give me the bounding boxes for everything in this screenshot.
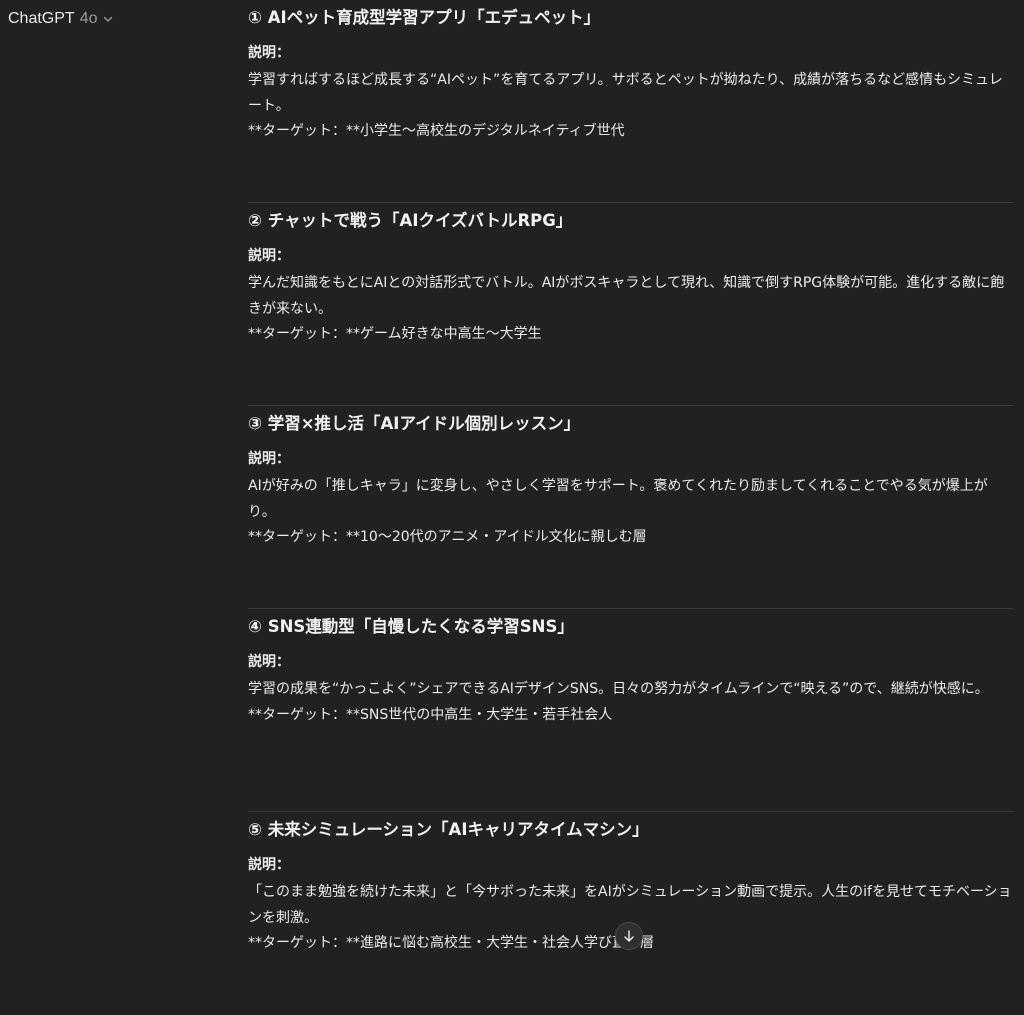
arrow-down-icon bbox=[624, 930, 634, 942]
idea-section: ④ SNS連動型「自慢したくなる学習SNS」 説明： 学習の成果を“かっこよく”… bbox=[248, 609, 1013, 812]
idea-description: 学習すればするほど成長する“AIペット”を育てるアプリ。サボるとペットが拗ねたり… bbox=[248, 72, 1003, 114]
idea-description: AIが好みの「推しキャラ」に変身し、やさしく学習をサポート。褒めてくれたり励まし… bbox=[248, 478, 988, 520]
idea-title: ② チャットで戦う「AIクイズバトルRPG」 bbox=[248, 211, 573, 230]
idea-description: 学んだ知識をもとにAIとの対話形式でバトル。AIがボスキャラとして現れ、知識で倒… bbox=[248, 275, 1005, 317]
model-selector[interactable]: ChatGPT 4o bbox=[8, 10, 114, 28]
idea-target: **ターゲット：**ゲーム好きな中高生〜大学生 bbox=[248, 326, 542, 342]
description-label: 説明： bbox=[248, 857, 290, 873]
idea-target: **ターゲット：**小学生〜高校生のデジタルネイティブ世代 bbox=[248, 123, 625, 139]
idea-target: **ターゲット：**SNS世代の中高生・大学生・若手社会人 bbox=[248, 706, 613, 723]
idea-target: **ターゲット：**10〜20代のアニメ・アイドル文化に親しむ層 bbox=[248, 529, 647, 545]
scroll-to-bottom-button[interactable] bbox=[615, 922, 643, 950]
description-label: 説明： bbox=[248, 654, 290, 670]
description-label: 説明： bbox=[248, 248, 290, 264]
idea-section: ③ 学習×推し活「AIアイドル個別レッスン」 説明： AIが好みの「推しキャラ」… bbox=[248, 406, 1013, 609]
model-version: 4o bbox=[79, 10, 98, 27]
idea-title: ⑤ 未来シミュレーション「AIキャリアタイムマシン」 bbox=[248, 820, 649, 839]
idea-title: ③ 学習×推し活「AIアイドル個別レッスン」 bbox=[248, 414, 581, 433]
assistant-message: ① AIペット育成型学習アプリ「エデュペット」 説明： 学習すればするほど成長す… bbox=[248, 0, 1013, 1015]
idea-section: ⑤ 未来シミュレーション「AIキャリアタイムマシン」 説明： 「このまま勉強を続… bbox=[248, 812, 1013, 1015]
idea-description: 学習の成果を“かっこよく”シェアできるAIデザインSNS。日々の努力がタイムライ… bbox=[248, 681, 989, 697]
description-label: 説明： bbox=[248, 451, 290, 467]
idea-section: ② チャットで戦う「AIクイズバトルRPG」 説明： 学んだ知識をもとにAIとの… bbox=[248, 203, 1013, 406]
idea-title: ④ SNS連動型「自慢したくなる学習SNS」 bbox=[248, 617, 574, 636]
chevron-down-icon bbox=[104, 16, 113, 22]
idea-section: ① AIペット育成型学習アプリ「エデュペット」 説明： 学習すればするほど成長す… bbox=[248, 0, 1013, 203]
model-name: ChatGPT bbox=[8, 10, 75, 27]
description-label: 説明： bbox=[248, 45, 290, 61]
idea-title: ① AIペット育成型学習アプリ「エデュペット」 bbox=[248, 8, 601, 27]
